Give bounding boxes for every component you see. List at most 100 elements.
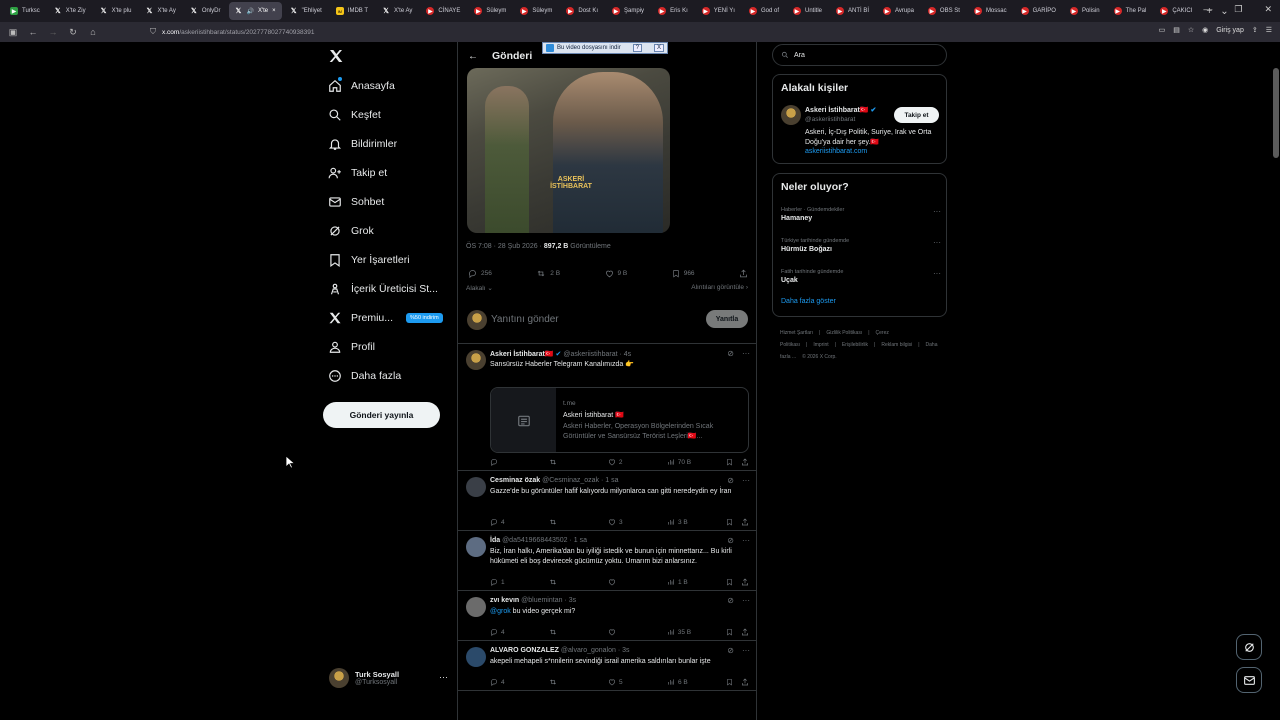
bookmark-icon[interactable] — [726, 578, 733, 586]
trend-item[interactable]: Fatih tarihinde gündemde Uçak ··· — [781, 269, 941, 284]
sidebar-item-home[interactable]: Anasayfa — [328, 75, 395, 97]
views-button[interactable]: 3 B — [667, 518, 691, 526]
views-button[interactable]: 70 B — [667, 458, 691, 466]
url-text[interactable]: x.com/askeriistihbarat/status/2027778027… — [162, 29, 315, 36]
scrollbar-thumb[interactable] — [1273, 68, 1279, 158]
author-handle[interactable]: @bluemintan · 3s — [521, 597, 576, 604]
browser-tab[interactable]: ▶ Turksc — [4, 2, 46, 20]
like-button[interactable]: 3 — [608, 518, 632, 526]
like-stat[interactable]: 9 B — [605, 269, 627, 278]
repost-button[interactable] — [549, 678, 573, 686]
browser-tab[interactable]: ▶ Polisin — [1064, 2, 1106, 20]
browser-tab[interactable]: 𝕏 OnlyDr — [184, 2, 227, 20]
back-arrow-icon[interactable]: ← — [468, 51, 478, 62]
reply-post[interactable]: Cesminaz özak @Cesminaz_ozak · 1 sa ⊘ ··· G… — [458, 471, 756, 531]
sidebar-item-profile[interactable]: Profil — [328, 336, 375, 358]
bookmark-icon[interactable] — [726, 628, 733, 636]
sidebar-item-bookmark[interactable]: Yer İşaretleri — [328, 249, 410, 271]
browser-tab[interactable]: ▶ OBS St — [922, 2, 966, 20]
author-handle[interactable]: @askeriistihbarat · 4s — [563, 351, 631, 358]
reply-button[interactable]: Yanıtla — [706, 310, 748, 328]
home-page-icon[interactable]: ⌂ — [88, 27, 98, 37]
extensions-icon[interactable]: ⇪ — [1252, 26, 1258, 34]
like-button[interactable] — [608, 578, 632, 586]
reply-button[interactable]: 4 — [490, 518, 514, 526]
views-button[interactable]: 1 B — [667, 578, 691, 586]
browser-tab[interactable]: ▶ YENİ Yı — [696, 2, 741, 20]
browser-tab[interactable]: ▶ ÇAKICI — [1154, 2, 1198, 20]
close-window-icon[interactable]: ✕ — [1264, 4, 1272, 15]
relevant-link[interactable]: askeriistihbarat.com — [805, 148, 867, 155]
sidebar-item-creator[interactable]: İçerik Üreticisi St... — [328, 278, 438, 300]
author-handle[interactable]: @Cesminaz_ozak · 1 sa — [542, 477, 618, 484]
browser-tab[interactable]: ▶ God of — [743, 2, 785, 20]
signin-label[interactable]: Giriş yap — [1216, 27, 1244, 34]
browser-tab[interactable]: ▶ ANTİ Bİ — [830, 2, 875, 20]
more-dots-icon[interactable]: ··· — [933, 238, 941, 247]
browser-tab[interactable]: ▶ CİNAYE — [420, 2, 466, 20]
grok-icon[interactable]: ⊘ — [727, 349, 734, 358]
browser-tab[interactable]: ▶ Mossac — [968, 2, 1013, 20]
account-switcher[interactable]: Turk Sosyall @Turksosyall ··· — [329, 666, 454, 690]
more-dots-icon[interactable]: ··· — [742, 646, 750, 655]
sidebar-item-mail[interactable]: Sohbet — [328, 191, 384, 213]
footer-link[interactable]: Imprint — [813, 342, 828, 348]
repost-button[interactable] — [549, 458, 573, 466]
relevant-name[interactable]: Askeri İstihbarat🇹🇷 ✔ — [805, 106, 876, 114]
repost-button[interactable] — [549, 578, 573, 586]
speaker-icon[interactable]: 🔊 — [247, 8, 254, 15]
browser-tab[interactable]: ▶ The Pal — [1108, 2, 1153, 20]
author-name[interactable]: Cesminaz özak — [490, 477, 540, 484]
browser-tab[interactable]: 𝕏 X'te Ay — [376, 2, 418, 20]
footer-link[interactable]: Gizlilik Politikası — [826, 330, 862, 336]
sidebar-item-x[interactable]: Premiu... %50 indirim — [328, 307, 443, 329]
repost-stat[interactable]: 2 B — [536, 269, 560, 278]
view-quotes-link[interactable]: Alıntıları görüntüle › — [691, 284, 748, 292]
menu-icon[interactable]: ☰ — [1266, 26, 1272, 34]
avatar[interactable] — [466, 350, 486, 370]
forward-icon[interactable]: → — [48, 27, 58, 37]
more-dots-icon[interactable]: ··· — [933, 269, 941, 278]
footer-link[interactable]: © 2026 X Corp. — [802, 354, 837, 360]
reply-post[interactable]: zvı kevın @bluemintan · 3s ⊘ ··· @grok bu v… — [458, 591, 756, 641]
trend-item[interactable]: Türkiye tarihinde gündemde Hürmüz Boğazı ·… — [781, 238, 941, 253]
reply-button[interactable]: 4 — [490, 678, 514, 686]
avatar[interactable] — [466, 597, 486, 617]
avatar[interactable] — [466, 477, 486, 497]
account-icon[interactable]: ◉ — [1202, 26, 1208, 34]
messages-fab[interactable] — [1236, 667, 1262, 693]
browser-tab[interactable]: ▶ Untitle — [787, 2, 828, 20]
video-download-bar[interactable]: Bu video dosyasını indir ? X — [542, 42, 668, 54]
share-icon[interactable] — [741, 518, 749, 526]
bookmark-stat[interactable]: 966 — [672, 269, 695, 278]
close-download-bar-button[interactable]: X — [653, 44, 664, 52]
sidebar-item-follow[interactable]: Takip et — [328, 162, 387, 184]
share-icon[interactable] — [741, 678, 749, 686]
reply-button[interactable]: 4 — [490, 628, 514, 636]
search-input[interactable]: Ara — [772, 44, 947, 66]
grok-icon[interactable]: ⊘ — [727, 596, 734, 605]
browser-tab[interactable]: 𝕏 🔊 X'te × — [228, 2, 282, 20]
reply-post[interactable]: ALVARO GONZALEZ @alvaro_gonalon · 3s ⊘ ···… — [458, 641, 756, 691]
bookmark-icon[interactable] — [726, 458, 733, 466]
footer-link[interactable]: Reklam bilgisi — [881, 342, 912, 348]
more-dots-icon[interactable]: ··· — [742, 596, 750, 605]
follow-button[interactable]: Takip et — [894, 107, 939, 123]
repost-button[interactable] — [549, 518, 573, 526]
author-name[interactable]: İda — [490, 537, 500, 544]
trend-item[interactable]: Haberler · Gündemdekiler Hamaney ··· — [781, 207, 941, 222]
more-dots-icon[interactable]: ··· — [742, 536, 750, 545]
repost-button[interactable] — [549, 628, 573, 636]
x-logo-icon[interactable] — [328, 48, 348, 68]
bookmark-star-icon[interactable]: ☆ — [1188, 26, 1194, 34]
author-name[interactable]: zvı kevın — [490, 597, 519, 604]
browser-tab[interactable]: ▶ Avrupa — [877, 2, 920, 20]
like-button[interactable]: 2 — [608, 458, 632, 466]
author-handle[interactable]: @alvaro_gonalon · 3s — [561, 647, 630, 654]
browser-tab[interactable]: ▶ Süleym — [514, 2, 558, 20]
grok-icon[interactable]: ⊘ — [727, 646, 734, 655]
more-dots-icon[interactable]: ··· — [439, 672, 448, 682]
more-dots-icon[interactable]: ··· — [933, 207, 941, 216]
browser-tab[interactable]: ▶ Dost Kı — [560, 2, 604, 20]
related-dropdown[interactable]: Alakalı ⌄ — [466, 284, 493, 292]
